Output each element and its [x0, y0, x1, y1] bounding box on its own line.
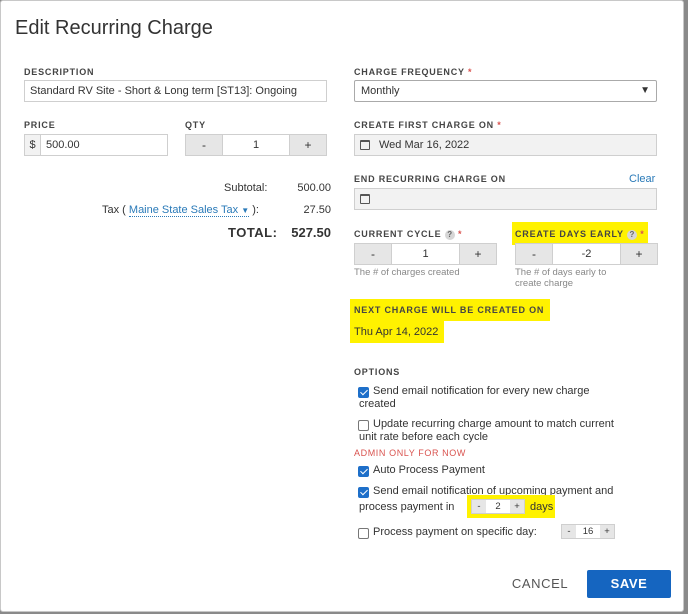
- first-charge-input[interactable]: Wed Mar 16, 2022: [354, 134, 657, 156]
- calendar-icon[interactable]: [360, 140, 370, 150]
- next-charge-value: Thu Apr 14, 2022: [350, 321, 445, 343]
- current-cycle-input[interactable]: 1: [391, 244, 460, 264]
- description-input[interactable]: Standard RV Site - Short & Long term [ST…: [24, 80, 327, 102]
- update-amount-checkbox[interactable]: [358, 420, 369, 431]
- currency-addon: $: [24, 134, 41, 156]
- tax-prefix: Tax (: [102, 204, 126, 216]
- auto-process-label: Auto Process Payment: [373, 464, 485, 476]
- total-label: TOTAL:: [228, 225, 278, 240]
- process-payment-in-label: process payment in: [359, 501, 455, 513]
- days-early-input[interactable]: -2: [552, 244, 621, 264]
- days-early-stepper: - -2 +: [515, 243, 658, 265]
- current-cycle-decrement-button[interactable]: -: [355, 244, 391, 264]
- frequency-select[interactable]: Monthly ▼: [354, 80, 657, 102]
- cancel-button[interactable]: CANCEL: [499, 570, 581, 598]
- days-early-increment-button[interactable]: +: [621, 244, 657, 264]
- help-icon[interactable]: ?: [626, 229, 637, 240]
- description-label: DESCRIPTION: [24, 67, 95, 77]
- specific-day-decrement-button[interactable]: -: [562, 525, 576, 538]
- upcoming-days-decrement-button[interactable]: -: [472, 500, 486, 513]
- send-email-upcoming-checkbox[interactable]: [358, 487, 369, 498]
- dialog-title: Edit Recurring Charge: [15, 17, 213, 39]
- frequency-label: CHARGE FREQUENCY *: [354, 67, 473, 77]
- end-charge-label: END RECURRING CHARGE ON: [354, 174, 506, 184]
- next-charge-label: NEXT CHARGE WILL BE CREATED ON: [350, 299, 551, 321]
- qty-input[interactable]: 1: [222, 135, 290, 155]
- upcoming-days-increment-button[interactable]: +: [510, 500, 524, 513]
- days-early-hint: The # of days early to create charge: [515, 267, 607, 289]
- tax-name: Maine State Sales Tax: [128, 204, 239, 216]
- qty-label: QTY: [185, 120, 206, 130]
- auto-process-checkbox[interactable]: [358, 466, 369, 477]
- tax-name-dropdown[interactable]: Maine State Sales Tax ▼: [128, 204, 250, 217]
- send-email-new-checkbox[interactable]: [358, 387, 369, 398]
- update-amount-label: Update recurring charge amount to match …: [359, 418, 614, 443]
- qty-increment-button[interactable]: +: [290, 135, 326, 155]
- tax-row: Tax ( Maine State Sales Tax ▼ ):: [102, 204, 259, 217]
- send-email-new-label: Send email notification for every new ch…: [359, 385, 590, 410]
- first-charge-label: CREATE FIRST CHARGE ON *: [354, 120, 502, 130]
- subtotal-label: Subtotal:: [224, 182, 268, 194]
- qty-decrement-button[interactable]: -: [186, 135, 222, 155]
- current-cycle-label: CURRENT CYCLE ? *: [354, 229, 463, 240]
- tax-value: 27.50: [303, 204, 331, 216]
- specific-day-increment-button[interactable]: +: [600, 525, 614, 538]
- current-cycle-increment-button[interactable]: +: [460, 244, 496, 264]
- days-early-decrement-button[interactable]: -: [516, 244, 552, 264]
- price-label: PRICE: [24, 120, 56, 130]
- upcoming-days-stepper: - 2 +: [471, 499, 525, 514]
- chevron-down-icon: ▼: [241, 206, 250, 215]
- current-cycle-stepper: - 1 +: [354, 243, 497, 265]
- specific-day-input[interactable]: 16: [576, 525, 600, 538]
- clear-link[interactable]: Clear: [629, 173, 655, 185]
- days-early-label: CREATE DAYS EARLY ? *: [512, 222, 648, 245]
- qty-stepper: - 1 +: [185, 134, 327, 156]
- calendar-icon[interactable]: [360, 194, 370, 204]
- tax-suffix: ):: [252, 204, 259, 216]
- admin-only-note: ADMIN ONLY FOR NOW: [354, 448, 466, 458]
- specific-day-stepper: - 16 +: [561, 524, 615, 539]
- current-cycle-hint: The # of charges created: [354, 267, 460, 278]
- process-specific-day-checkbox[interactable]: [358, 528, 369, 539]
- chevron-down-icon: ▼: [640, 85, 650, 96]
- total-value: 527.50: [291, 225, 331, 240]
- subtotal-value: 500.00: [297, 182, 331, 194]
- save-button[interactable]: SAVE: [587, 570, 671, 598]
- process-specific-day-label: Process payment on specific day:: [373, 526, 537, 538]
- price-input[interactable]: 500.00: [40, 134, 168, 156]
- help-icon[interactable]: ?: [444, 229, 455, 240]
- upcoming-days-input[interactable]: 2: [486, 500, 510, 513]
- days-suffix: days: [530, 501, 554, 513]
- end-charge-input[interactable]: [354, 188, 657, 210]
- edit-recurring-charge-dialog: Edit Recurring Charge DESCRIPTION Standa…: [0, 0, 684, 612]
- frequency-value: Monthly: [361, 85, 400, 97]
- options-label: OPTIONS: [354, 367, 401, 377]
